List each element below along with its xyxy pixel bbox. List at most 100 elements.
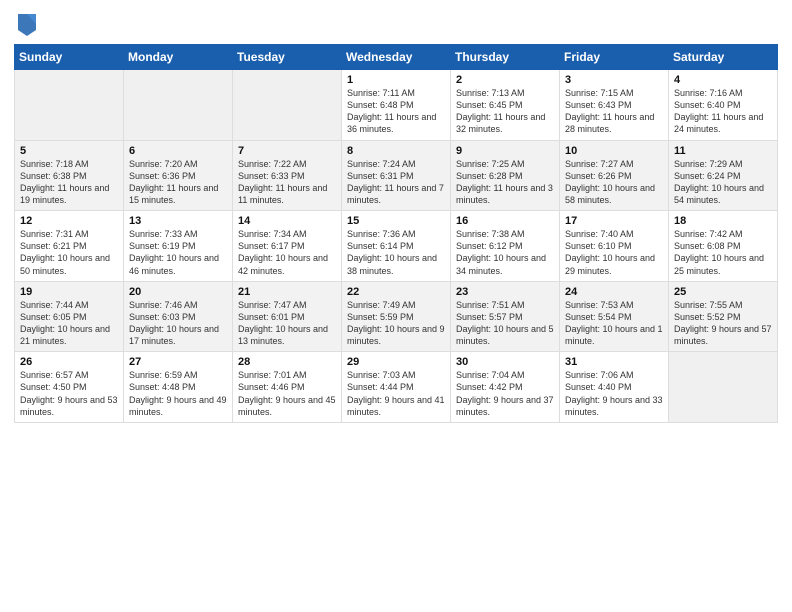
day-info: Sunrise: 7:31 AM Sunset: 6:21 PM Dayligh… xyxy=(20,228,118,277)
day-info: Sunrise: 7:49 AM Sunset: 5:59 PM Dayligh… xyxy=(347,299,445,348)
calendar-cell: 2Sunrise: 7:13 AM Sunset: 6:45 PM Daylig… xyxy=(451,70,560,141)
calendar-cell: 8Sunrise: 7:24 AM Sunset: 6:31 PM Daylig… xyxy=(342,140,451,211)
day-number: 9 xyxy=(456,145,554,157)
day-number: 11 xyxy=(674,145,772,157)
day-info: Sunrise: 7:29 AM Sunset: 6:24 PM Dayligh… xyxy=(674,158,772,207)
day-number: 15 xyxy=(347,215,445,227)
day-info: Sunrise: 7:40 AM Sunset: 6:10 PM Dayligh… xyxy=(565,228,663,277)
calendar-cell: 23Sunrise: 7:51 AM Sunset: 5:57 PM Dayli… xyxy=(451,281,560,352)
day-number: 24 xyxy=(565,286,663,298)
calendar-cell xyxy=(233,70,342,141)
day-number: 18 xyxy=(674,215,772,227)
logo xyxy=(14,10,38,38)
calendar-cell: 19Sunrise: 7:44 AM Sunset: 6:05 PM Dayli… xyxy=(15,281,124,352)
calendar-header-wednesday: Wednesday xyxy=(342,45,451,70)
day-number: 27 xyxy=(129,356,227,368)
day-info: Sunrise: 7:34 AM Sunset: 6:17 PM Dayligh… xyxy=(238,228,336,277)
calendar-cell: 18Sunrise: 7:42 AM Sunset: 6:08 PM Dayli… xyxy=(669,211,778,282)
day-info: Sunrise: 7:53 AM Sunset: 5:54 PM Dayligh… xyxy=(565,299,663,348)
calendar-week-row: 1Sunrise: 7:11 AM Sunset: 6:48 PM Daylig… xyxy=(15,70,778,141)
day-info: Sunrise: 7:11 AM Sunset: 6:48 PM Dayligh… xyxy=(347,87,445,136)
calendar-header-sunday: Sunday xyxy=(15,45,124,70)
day-info: Sunrise: 7:46 AM Sunset: 6:03 PM Dayligh… xyxy=(129,299,227,348)
day-number: 31 xyxy=(565,356,663,368)
day-info: Sunrise: 7:55 AM Sunset: 5:52 PM Dayligh… xyxy=(674,299,772,348)
day-number: 23 xyxy=(456,286,554,298)
day-number: 12 xyxy=(20,215,118,227)
day-info: Sunrise: 7:06 AM Sunset: 4:40 PM Dayligh… xyxy=(565,369,663,418)
day-number: 28 xyxy=(238,356,336,368)
day-info: Sunrise: 7:47 AM Sunset: 6:01 PM Dayligh… xyxy=(238,299,336,348)
calendar-week-row: 12Sunrise: 7:31 AM Sunset: 6:21 PM Dayli… xyxy=(15,211,778,282)
day-number: 8 xyxy=(347,145,445,157)
calendar-header-thursday: Thursday xyxy=(451,45,560,70)
calendar-cell: 24Sunrise: 7:53 AM Sunset: 5:54 PM Dayli… xyxy=(560,281,669,352)
day-number: 25 xyxy=(674,286,772,298)
calendar-cell xyxy=(124,70,233,141)
day-info: Sunrise: 7:44 AM Sunset: 6:05 PM Dayligh… xyxy=(20,299,118,348)
day-number: 30 xyxy=(456,356,554,368)
day-info: Sunrise: 7:22 AM Sunset: 6:33 PM Dayligh… xyxy=(238,158,336,207)
day-number: 4 xyxy=(674,74,772,86)
day-info: Sunrise: 7:15 AM Sunset: 6:43 PM Dayligh… xyxy=(565,87,663,136)
day-number: 20 xyxy=(129,286,227,298)
day-info: Sunrise: 7:03 AM Sunset: 4:44 PM Dayligh… xyxy=(347,369,445,418)
calendar-week-row: 26Sunrise: 6:57 AM Sunset: 4:50 PM Dayli… xyxy=(15,352,778,423)
calendar-cell: 5Sunrise: 7:18 AM Sunset: 6:38 PM Daylig… xyxy=(15,140,124,211)
day-info: Sunrise: 7:25 AM Sunset: 6:28 PM Dayligh… xyxy=(456,158,554,207)
calendar-cell: 31Sunrise: 7:06 AM Sunset: 4:40 PM Dayli… xyxy=(560,352,669,423)
calendar-cell: 15Sunrise: 7:36 AM Sunset: 6:14 PM Dayli… xyxy=(342,211,451,282)
day-number: 16 xyxy=(456,215,554,227)
calendar-cell: 30Sunrise: 7:04 AM Sunset: 4:42 PM Dayli… xyxy=(451,352,560,423)
day-number: 10 xyxy=(565,145,663,157)
calendar-cell: 28Sunrise: 7:01 AM Sunset: 4:46 PM Dayli… xyxy=(233,352,342,423)
day-info: Sunrise: 7:18 AM Sunset: 6:38 PM Dayligh… xyxy=(20,158,118,207)
calendar-cell: 6Sunrise: 7:20 AM Sunset: 6:36 PM Daylig… xyxy=(124,140,233,211)
day-info: Sunrise: 7:04 AM Sunset: 4:42 PM Dayligh… xyxy=(456,369,554,418)
calendar-header-saturday: Saturday xyxy=(669,45,778,70)
day-number: 22 xyxy=(347,286,445,298)
calendar-cell: 27Sunrise: 6:59 AM Sunset: 4:48 PM Dayli… xyxy=(124,352,233,423)
day-info: Sunrise: 7:42 AM Sunset: 6:08 PM Dayligh… xyxy=(674,228,772,277)
day-number: 3 xyxy=(565,74,663,86)
day-info: Sunrise: 7:33 AM Sunset: 6:19 PM Dayligh… xyxy=(129,228,227,277)
day-number: 7 xyxy=(238,145,336,157)
day-number: 13 xyxy=(129,215,227,227)
calendar-header-monday: Monday xyxy=(124,45,233,70)
day-info: Sunrise: 6:59 AM Sunset: 4:48 PM Dayligh… xyxy=(129,369,227,418)
day-number: 6 xyxy=(129,145,227,157)
calendar-cell: 11Sunrise: 7:29 AM Sunset: 6:24 PM Dayli… xyxy=(669,140,778,211)
day-number: 29 xyxy=(347,356,445,368)
calendar-header-friday: Friday xyxy=(560,45,669,70)
calendar-cell: 10Sunrise: 7:27 AM Sunset: 6:26 PM Dayli… xyxy=(560,140,669,211)
calendar-week-row: 5Sunrise: 7:18 AM Sunset: 6:38 PM Daylig… xyxy=(15,140,778,211)
logo-icon xyxy=(16,10,38,38)
day-number: 1 xyxy=(347,74,445,86)
calendar-cell: 7Sunrise: 7:22 AM Sunset: 6:33 PM Daylig… xyxy=(233,140,342,211)
calendar-cell xyxy=(669,352,778,423)
calendar-cell: 12Sunrise: 7:31 AM Sunset: 6:21 PM Dayli… xyxy=(15,211,124,282)
calendar-header-tuesday: Tuesday xyxy=(233,45,342,70)
calendar-cell: 22Sunrise: 7:49 AM Sunset: 5:59 PM Dayli… xyxy=(342,281,451,352)
calendar-cell: 13Sunrise: 7:33 AM Sunset: 6:19 PM Dayli… xyxy=(124,211,233,282)
day-number: 21 xyxy=(238,286,336,298)
calendar-cell: 20Sunrise: 7:46 AM Sunset: 6:03 PM Dayli… xyxy=(124,281,233,352)
calendar-cell: 17Sunrise: 7:40 AM Sunset: 6:10 PM Dayli… xyxy=(560,211,669,282)
calendar-cell xyxy=(15,70,124,141)
calendar-cell: 3Sunrise: 7:15 AM Sunset: 6:43 PM Daylig… xyxy=(560,70,669,141)
calendar-cell: 29Sunrise: 7:03 AM Sunset: 4:44 PM Dayli… xyxy=(342,352,451,423)
day-number: 17 xyxy=(565,215,663,227)
day-number: 2 xyxy=(456,74,554,86)
day-number: 14 xyxy=(238,215,336,227)
day-number: 5 xyxy=(20,145,118,157)
day-info: Sunrise: 7:27 AM Sunset: 6:26 PM Dayligh… xyxy=(565,158,663,207)
day-info: Sunrise: 7:38 AM Sunset: 6:12 PM Dayligh… xyxy=(456,228,554,277)
day-info: Sunrise: 6:57 AM Sunset: 4:50 PM Dayligh… xyxy=(20,369,118,418)
calendar-cell: 9Sunrise: 7:25 AM Sunset: 6:28 PM Daylig… xyxy=(451,140,560,211)
calendar-cell: 16Sunrise: 7:38 AM Sunset: 6:12 PM Dayli… xyxy=(451,211,560,282)
calendar-cell: 26Sunrise: 6:57 AM Sunset: 4:50 PM Dayli… xyxy=(15,352,124,423)
calendar-week-row: 19Sunrise: 7:44 AM Sunset: 6:05 PM Dayli… xyxy=(15,281,778,352)
calendar-table: SundayMondayTuesdayWednesdayThursdayFrid… xyxy=(14,44,778,423)
calendar-cell: 4Sunrise: 7:16 AM Sunset: 6:40 PM Daylig… xyxy=(669,70,778,141)
day-info: Sunrise: 7:51 AM Sunset: 5:57 PM Dayligh… xyxy=(456,299,554,348)
